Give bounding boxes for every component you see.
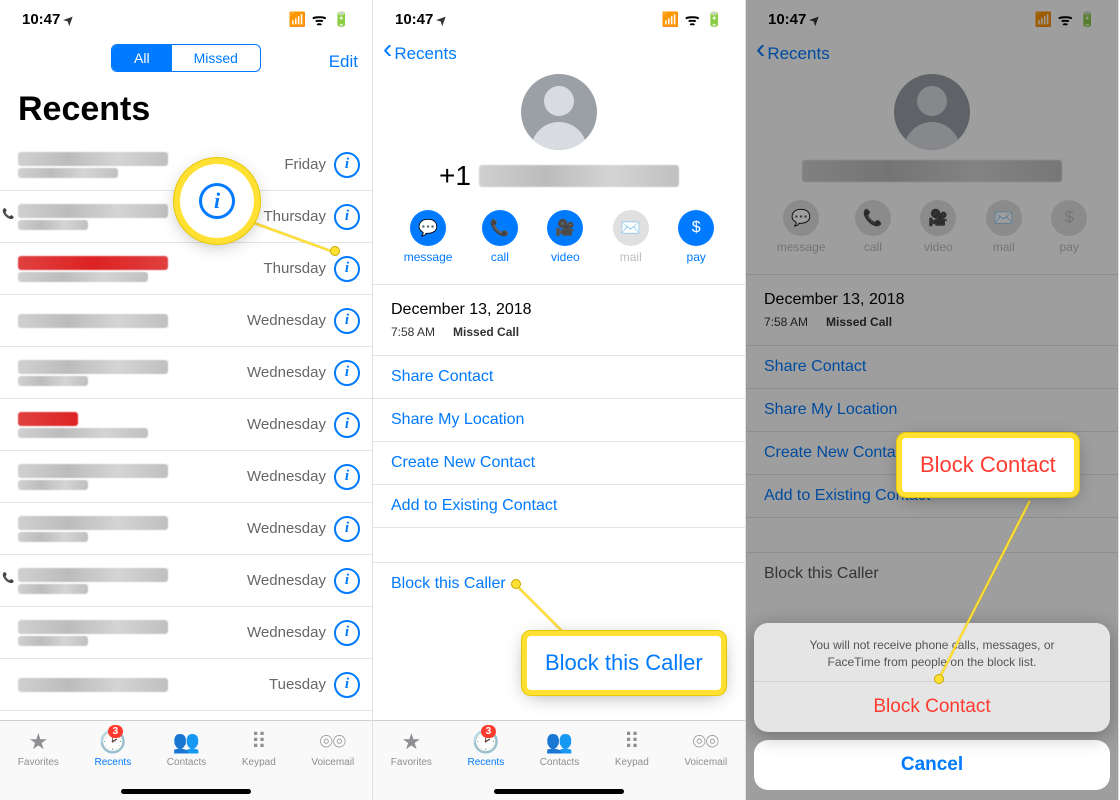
- info-icon[interactable]: i: [334, 516, 360, 542]
- call-time: 7:58 AM: [391, 325, 435, 339]
- seg-missed[interactable]: Missed: [172, 45, 260, 71]
- tab-recents[interactable]: 🕑Recents3: [95, 729, 132, 768]
- signal-icon: [289, 11, 306, 28]
- callout-block-caller: Block this Caller: [527, 636, 721, 690]
- info-icon[interactable]: i: [334, 464, 360, 490]
- info-icon[interactable]: i: [334, 672, 360, 698]
- tab-favorites[interactable]: ★Favorites: [18, 729, 59, 768]
- call-date: Wednesday: [244, 364, 326, 381]
- block-contact-button[interactable]: Block Contact: [754, 681, 1110, 732]
- signal-icon: [662, 11, 679, 28]
- tab-bar: ★Favorites 🕑Recents3 👥Contacts ⠿Keypad ⌾…: [373, 720, 745, 800]
- screen-block-sheet: 10:47 Recents 💬message 📞call 🎥video ✉️ma…: [746, 0, 1119, 800]
- call-date: Wednesday: [244, 468, 326, 485]
- page-title: Recents: [0, 78, 372, 139]
- share-location-button[interactable]: Share My Location: [373, 399, 745, 442]
- tab-keypad[interactable]: ⠿Keypad: [615, 729, 649, 768]
- location-icon: [64, 11, 74, 28]
- wifi-icon: [312, 8, 327, 30]
- seg-all[interactable]: All: [112, 45, 172, 71]
- info-icon[interactable]: i: [334, 256, 360, 282]
- status-bar: 10:47: [0, 0, 372, 34]
- status-bar: 10:47: [373, 0, 745, 34]
- tab-recents[interactable]: 🕑Recents3: [468, 729, 505, 768]
- callout-dot: [511, 579, 521, 589]
- battery-icon: [333, 11, 350, 28]
- call-detail: December 13, 2018 7:58 AM Missed Call: [373, 284, 745, 345]
- info-icon[interactable]: i: [334, 412, 360, 438]
- create-contact-button[interactable]: Create New Contact: [373, 442, 745, 485]
- tab-contacts[interactable]: 👥Contacts: [540, 729, 579, 768]
- back-button[interactable]: Recents: [373, 34, 745, 68]
- action-sheet: You will not receive phone calls, messag…: [754, 623, 1110, 790]
- list-item[interactable]: Wednesday i: [0, 555, 372, 607]
- tab-bar: ★Favorites 🕑Recents3 👥Contacts ⠿Keypad ⌾…: [0, 720, 372, 800]
- list-item[interactable]: Wednesday i: [0, 295, 372, 347]
- list-item[interactable]: Wednesday i: [0, 607, 372, 659]
- callout-dot: [330, 246, 340, 256]
- callout-info-icon: i: [180, 164, 254, 238]
- home-indicator[interactable]: [494, 789, 624, 794]
- callout-block-contact: Block Contact: [902, 438, 1074, 492]
- list-item[interactable]: Wednesday i: [0, 451, 372, 503]
- call-status: Missed Call: [453, 325, 519, 339]
- cancel-button[interactable]: Cancel: [754, 740, 1110, 790]
- call-date: Tuesday: [244, 676, 326, 693]
- call-date: December 13, 2018: [391, 301, 727, 319]
- add-existing-button[interactable]: Add to Existing Contact: [373, 485, 745, 528]
- call-date: Wednesday: [244, 624, 326, 641]
- info-icon[interactable]: i: [334, 620, 360, 646]
- video-button[interactable]: 🎥video: [547, 210, 583, 264]
- info-icon[interactable]: i: [334, 152, 360, 178]
- tab-voicemail[interactable]: ⌾⌾Voicemail: [311, 729, 354, 768]
- call-date: Friday: [244, 156, 326, 173]
- battery-icon: [706, 11, 723, 28]
- tab-contacts[interactable]: 👥Contacts: [167, 729, 206, 768]
- call-button[interactable]: 📞call: [482, 210, 518, 264]
- action-row: 💬message 📞call 🎥video ✉️mail $pay: [373, 192, 745, 272]
- segmented-control[interactable]: All Missed: [111, 44, 261, 72]
- recents-badge: 3: [108, 725, 124, 738]
- list-item[interactable]: Wednesday i: [0, 347, 372, 399]
- block-caller-button[interactable]: Block this Caller: [373, 562, 745, 605]
- chevron-left-icon: [383, 44, 392, 64]
- list-item[interactable]: Wednesday i: [0, 399, 372, 451]
- call-date: Wednesday: [244, 416, 326, 433]
- mail-button: ✉️mail: [613, 210, 649, 264]
- info-icon[interactable]: i: [334, 568, 360, 594]
- tab-keypad[interactable]: ⠿Keypad: [242, 729, 276, 768]
- link-list: Share Contact Share My Location Create N…: [373, 355, 745, 528]
- share-contact-button[interactable]: Share Contact: [373, 356, 745, 399]
- call-date: Wednesday: [244, 520, 326, 537]
- info-icon[interactable]: i: [334, 360, 360, 386]
- recents-list[interactable]: Friday i Thursday i Thursday i Wednesday…: [0, 139, 372, 711]
- wifi-icon: [685, 8, 700, 30]
- list-item[interactable]: Thursday i: [0, 243, 372, 295]
- contact-number: +1: [373, 160, 745, 192]
- call-date: Thursday: [244, 260, 326, 277]
- tab-voicemail[interactable]: ⌾⌾Voicemail: [684, 729, 727, 768]
- list-item[interactable]: Tuesday i: [0, 659, 372, 711]
- list-item[interactable]: Wednesday i: [0, 503, 372, 555]
- info-icon: i: [199, 183, 235, 219]
- tab-favorites[interactable]: ★Favorites: [391, 729, 432, 768]
- call-date: Wednesday: [244, 572, 326, 589]
- call-date: Wednesday: [244, 312, 326, 329]
- info-icon[interactable]: i: [334, 204, 360, 230]
- sheet-message: You will not receive phone calls, messag…: [754, 623, 1110, 681]
- avatar: [521, 74, 597, 150]
- message-button[interactable]: 💬message: [404, 210, 453, 264]
- callout-dot: [934, 674, 944, 684]
- pay-button[interactable]: $pay: [678, 210, 714, 264]
- info-icon[interactable]: i: [334, 308, 360, 334]
- edit-button[interactable]: Edit: [329, 52, 358, 72]
- screen-contact-detail: 10:47 Recents +1 💬message 📞call 🎥video ✉…: [373, 0, 746, 800]
- home-indicator[interactable]: [121, 789, 251, 794]
- screen-recents: 10:47 All Missed Edit Recents Friday i T…: [0, 0, 373, 800]
- location-icon: [437, 11, 447, 28]
- status-time: 10:47: [22, 11, 60, 28]
